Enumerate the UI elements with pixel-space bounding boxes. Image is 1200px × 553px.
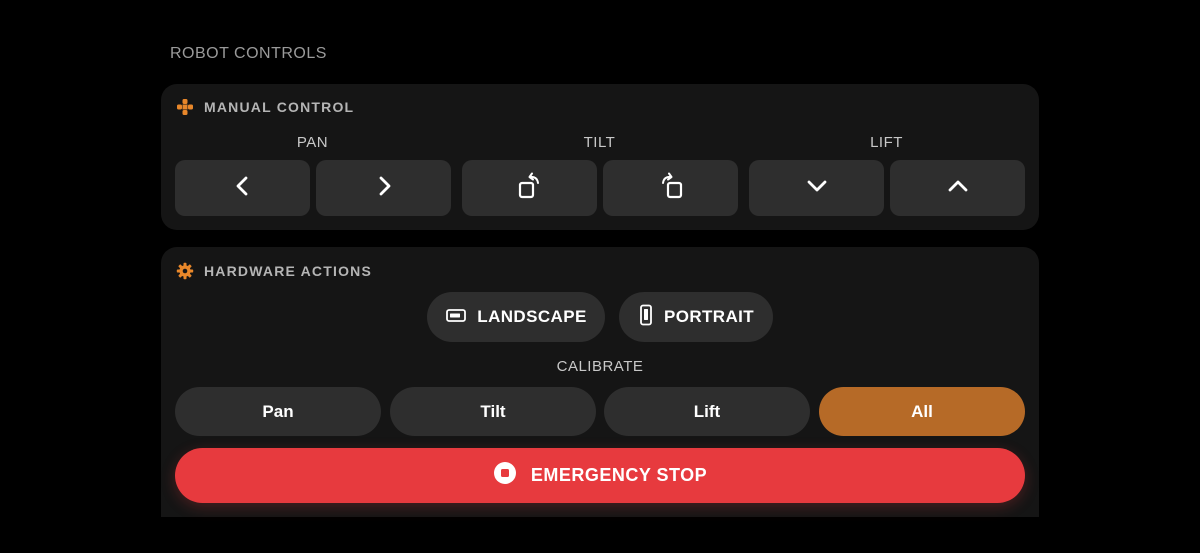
manual-control-card: MANUAL CONTROL PAN TILT LIFT (161, 84, 1039, 230)
calibrate-lift-button[interactable]: Lift (604, 387, 810, 436)
section-title: ROBOT CONTROLS (170, 45, 327, 62)
lift-up-button[interactable] (890, 160, 1025, 216)
rotate-left-icon (657, 171, 685, 206)
hardware-actions-card: HARDWARE ACTIONS LANDSCAPE PORTRAIT CALI… (161, 247, 1039, 517)
pan-right-button[interactable] (316, 160, 451, 216)
lift-group-label: LIFT (870, 134, 903, 151)
manual-control-header: MANUAL CONTROL (176, 98, 354, 116)
lift-down-button[interactable] (749, 160, 884, 216)
robot-controls-page: ROBOT CONTROLS MANUAL CONTROL PAN TILT L… (0, 0, 1200, 553)
rotate-right-icon (516, 171, 544, 206)
hardware-actions-header: HARDWARE ACTIONS (176, 262, 372, 280)
calibrate-all-button[interactable]: All (819, 387, 1025, 436)
portrait-button[interactable]: PORTRAIT (619, 292, 773, 342)
emergency-stop-label: EMERGENCY STOP (530, 465, 708, 485)
tilt-group-label: TILT (583, 134, 616, 151)
chevron-left-icon (233, 175, 253, 202)
chevron-up-icon (946, 176, 970, 201)
gamepad-icon (176, 98, 194, 116)
chevron-down-icon (805, 176, 829, 201)
calibrate-tilt-button[interactable]: Tilt (390, 387, 596, 436)
landscape-button[interactable]: LANDSCAPE (427, 292, 605, 342)
manual-control-title: MANUAL CONTROL (204, 99, 355, 115)
landscape-label: LANDSCAPE (477, 307, 587, 326)
emergency-stop-button[interactable]: EMERGENCY STOP (175, 448, 1025, 503)
tilt-up-button[interactable] (462, 160, 597, 216)
portrait-label: PORTRAIT (663, 307, 755, 326)
tilt-down-button[interactable] (603, 160, 738, 216)
landscape-icon (445, 307, 467, 328)
pan-group-label: PAN (296, 134, 329, 151)
pan-left-button[interactable] (175, 160, 310, 216)
gear-icon (176, 262, 194, 280)
hardware-actions-title: HARDWARE ACTIONS (204, 263, 373, 279)
portrait-icon (638, 304, 654, 331)
stop-icon (493, 461, 517, 490)
calibrate-label: CALIBRATE (556, 358, 644, 375)
calibrate-pan-button[interactable]: Pan (175, 387, 381, 436)
chevron-right-icon (374, 175, 394, 202)
